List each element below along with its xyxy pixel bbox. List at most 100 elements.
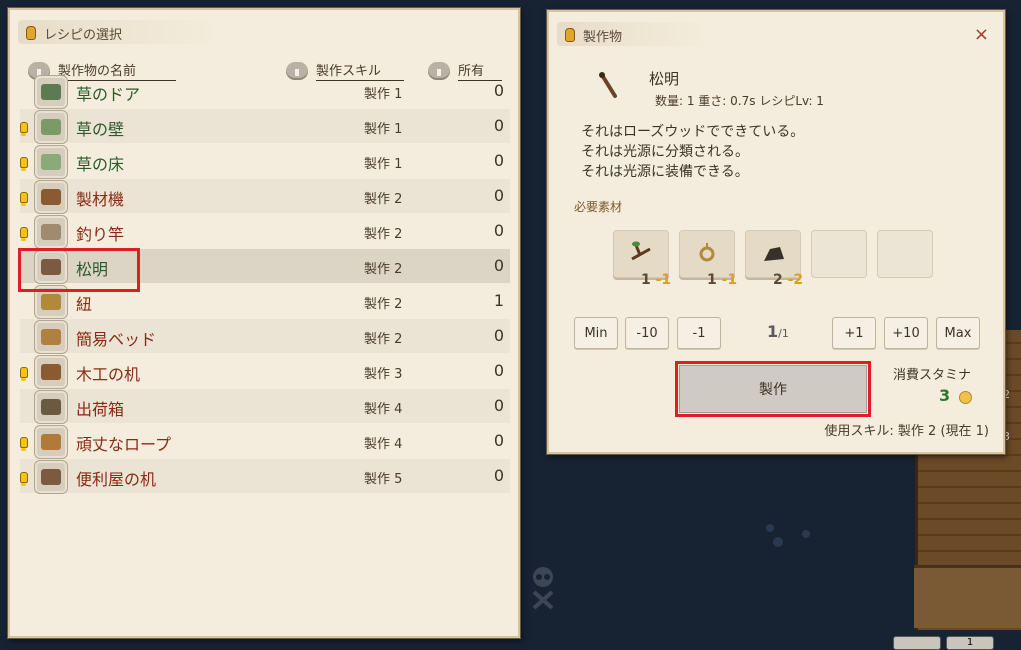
recipe-row[interactable]: 製材機 製作 2 0 <box>20 179 510 214</box>
recipe-row[interactable]: 草の壁 製作 1 0 <box>20 109 510 144</box>
material-slot-1[interactable] <box>613 230 669 278</box>
shipping-box-icon <box>34 390 68 424</box>
recipe-row[interactable]: 釣り竿 製作 2 0 <box>20 214 510 249</box>
torch-icon <box>599 72 617 98</box>
recipe-name: 頑丈なロープ <box>76 435 172 454</box>
recipe-name: 便利屋の机 <box>76 470 157 489</box>
item-name: 松明 <box>649 70 680 88</box>
recipe-row[interactable]: 出荷箱 製作 4 0 <box>20 389 510 424</box>
recipe-owned: 0 <box>493 151 504 170</box>
recipe-owned: 0 <box>493 256 504 275</box>
min-button[interactable]: Min <box>574 317 618 349</box>
recipe-row[interactable]: 簡易ベッド 製作 2 0 <box>20 319 510 354</box>
recipe-skill: 製作 4 <box>364 402 403 417</box>
minus1-button[interactable]: -1 <box>677 317 721 349</box>
warning-icon <box>20 472 28 486</box>
recipe-skill: 製作 2 <box>364 297 403 312</box>
sawmill-icon <box>34 180 68 214</box>
materials-label: 必要素材 <box>574 200 623 214</box>
recipe-owned: 0 <box>493 116 504 135</box>
grass-floor-icon <box>34 145 68 179</box>
recipe-owned: 0 <box>493 361 504 380</box>
recipe-skill: 製作 2 <box>364 332 403 347</box>
material-slot-empty <box>877 230 933 278</box>
recipe-row[interactable]: 草のドア 製作 1 0 <box>20 74 510 109</box>
recipe-skill: 製作 2 <box>364 192 403 207</box>
recipe-name: 紐 <box>76 295 93 314</box>
recipe-skill: 製作 1 <box>364 87 403 102</box>
recipe-name: 草の壁 <box>76 120 125 139</box>
warning-icon <box>20 437 28 451</box>
torch-tip-icon <box>26 26 36 40</box>
recipe-owned: 0 <box>493 326 504 345</box>
material-slot-empty <box>811 230 867 278</box>
material-count-2: 1 -1 <box>707 272 738 288</box>
rope-icon <box>699 243 715 262</box>
recipe-owned: 0 <box>493 186 504 205</box>
stamina-value: 3 <box>939 386 951 405</box>
item-description: それはローズウッドでできている。 それは光源に分類される。 それは光源に装備でき… <box>581 124 805 180</box>
warning-icon <box>20 157 28 171</box>
recipe-owned: 1 <box>493 291 504 310</box>
recipe-row[interactable]: 木工の机 製作 3 0 <box>20 354 510 389</box>
warning-icon <box>20 122 28 136</box>
recipe-owned: 0 <box>493 431 504 450</box>
handyman-desk-icon <box>34 460 68 494</box>
recipe-name: 製材機 <box>76 190 125 209</box>
recipe-skill: 製作 2 <box>364 262 403 277</box>
recipe-skill: 製作 1 <box>364 122 403 137</box>
material-slot-3[interactable] <box>745 230 801 278</box>
plus10-button[interactable]: +10 <box>884 317 928 349</box>
torch-tip-icon <box>565 28 575 42</box>
recipe-panel: レシピの選択 製作物の名前 製作スキル 所有 草のドア 製作 1 0 草の壁 製作 10… <box>8 8 520 638</box>
recipe-row[interactable]: 草の床 製作 1 0 <box>20 144 510 179</box>
recipe-skill: 製作 4 <box>364 437 403 452</box>
recipe-name: 簡易ベッド <box>76 330 157 349</box>
skill-usage: 使用スキル: 製作 2 (現在 1) <box>824 424 989 439</box>
recipe-skill: 製作 2 <box>364 227 403 242</box>
woodwork-desk-icon <box>34 355 68 389</box>
sturdy-rope-icon <box>34 425 68 459</box>
quantity-display: 1/1 <box>767 322 789 341</box>
simple-bed-icon <box>34 320 68 354</box>
warning-icon <box>20 192 28 206</box>
recipe-name: 草の床 <box>76 155 125 174</box>
warning-icon <box>20 227 28 241</box>
recipe-name: 木工の机 <box>76 365 141 384</box>
recipe-owned: 0 <box>493 466 504 485</box>
hotbar-slot-numbered[interactable]: 1 <box>946 636 994 650</box>
ore-icon <box>764 247 784 261</box>
skull-decoration <box>532 567 554 610</box>
max-button[interactable]: Max <box>936 317 980 349</box>
recipe-owned: 0 <box>493 396 504 415</box>
plus1-button[interactable]: +1 <box>832 317 876 349</box>
pebbles-decoration <box>766 524 810 547</box>
craft-button-highlight <box>675 361 871 417</box>
hotbar-slot[interactable] <box>893 636 941 650</box>
craft-panel: 製作物 × 松明 数量: 1 重さ: 0.7s レシピLv: 1 それはローズウ… <box>547 10 1005 454</box>
recipe-owned: 0 <box>493 221 504 240</box>
grass-wall-icon <box>34 110 68 144</box>
recipe-skill: 製作 5 <box>364 472 403 487</box>
close-button[interactable]: × <box>974 24 989 45</box>
stamina-coin-icon <box>959 391 972 404</box>
recipe-row[interactable]: 便利屋の机 製作 5 0 <box>20 459 510 494</box>
craft-panel-title: 製作物 <box>559 24 622 46</box>
recipe-owned: 0 <box>493 81 504 100</box>
recipe-name: 草のドア <box>76 85 141 104</box>
stamina-label: 消費スタミナ <box>893 368 972 383</box>
material-slot-2[interactable] <box>679 230 735 278</box>
recipe-name: 出荷箱 <box>76 400 125 419</box>
material-count-1: 1 -1 <box>641 272 672 288</box>
recipe-row[interactable]: 頑丈なロープ 製作 4 0 <box>20 424 510 459</box>
minus10-button[interactable]: -10 <box>625 317 669 349</box>
recipe-skill: 製作 3 <box>364 367 403 382</box>
recipe-name: 釣り竿 <box>76 225 125 244</box>
fishing-rod-icon <box>34 215 68 249</box>
recipe-skill: 製作 1 <box>364 157 403 172</box>
recipe-panel-title: レシピの選択 <box>20 22 122 44</box>
grass-door-icon <box>34 75 68 109</box>
material-count-3: 2 -2 <box>773 272 804 288</box>
selection-highlight <box>18 248 140 292</box>
warning-icon <box>20 367 28 381</box>
